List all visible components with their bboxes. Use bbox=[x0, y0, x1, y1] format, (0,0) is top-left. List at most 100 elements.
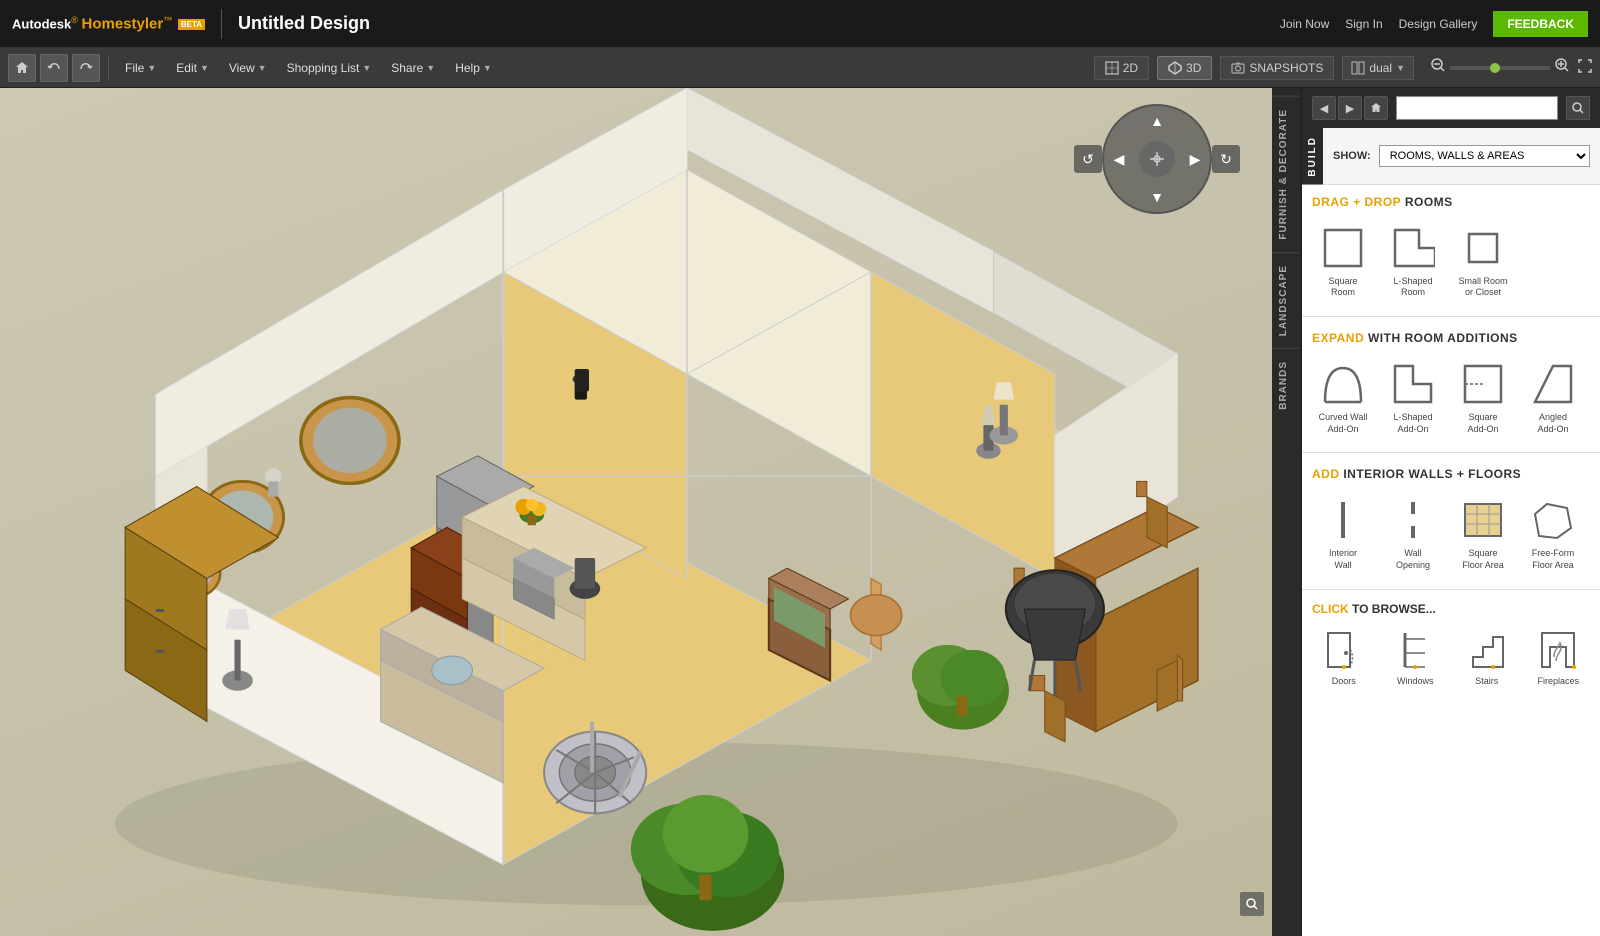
l-add-item[interactable]: L-ShapedAdd-On bbox=[1382, 355, 1444, 440]
doors-browse-item[interactable]: Doors bbox=[1316, 624, 1372, 690]
nav-center-btn[interactable] bbox=[1139, 141, 1175, 177]
stairs-browse-item[interactable]: Stairs bbox=[1459, 624, 1515, 690]
square-room-item[interactable]: SquareRoom bbox=[1312, 219, 1374, 304]
canvas-search-btn[interactable] bbox=[1240, 892, 1264, 916]
zoom-minus-icon[interactable] bbox=[1430, 57, 1446, 78]
sq-floor-item[interactable]: SquareFloor Area bbox=[1452, 491, 1514, 576]
top-bar: Autodesk® Homestyler™ BETA Untitled Desi… bbox=[0, 0, 1600, 48]
doors-label: Doors bbox=[1332, 676, 1356, 686]
angled-add-icon bbox=[1527, 360, 1579, 408]
join-now-link[interactable]: Join Now bbox=[1280, 17, 1329, 31]
divider-3 bbox=[1302, 589, 1600, 590]
show-label: SHOW: bbox=[1333, 150, 1371, 162]
rotate-right-btn[interactable]: ↻ bbox=[1212, 145, 1240, 173]
stairs-label: Stairs bbox=[1475, 676, 1498, 686]
snapshots-btn[interactable]: SNAPSHOTS bbox=[1220, 56, 1334, 80]
stairs-icon bbox=[1463, 628, 1511, 672]
small-room-item[interactable]: Small Roomor Closet bbox=[1452, 219, 1514, 304]
panel-home-btn[interactable] bbox=[1364, 96, 1388, 120]
small-room-label: Small Roomor Closet bbox=[1458, 276, 1507, 299]
angled-add-label: AngledAdd-On bbox=[1537, 412, 1568, 435]
free-floor-icon bbox=[1527, 496, 1579, 544]
zoom-slider[interactable] bbox=[1450, 66, 1550, 70]
nav-right-btn[interactable]: ▶ bbox=[1183, 147, 1207, 171]
help-menu[interactable]: Help▼ bbox=[447, 57, 500, 79]
free-floor-item[interactable]: Free-FormFloor Area bbox=[1522, 491, 1584, 576]
zoom-plus-icon[interactable] bbox=[1554, 57, 1570, 78]
nav-up-btn[interactable]: ▲ bbox=[1145, 109, 1169, 133]
build-show-row: BUILD SHOW: ROOMS, WALLS & AREAS bbox=[1302, 128, 1600, 185]
title-divider bbox=[221, 9, 222, 39]
wall-opening-icon bbox=[1387, 496, 1439, 544]
sq-floor-icon bbox=[1457, 496, 1509, 544]
expand-section: EXPAND WITH ROOM ADDITIONS Curved WallAd… bbox=[1302, 321, 1600, 448]
dual-view-btn[interactable]: dual ▼ bbox=[1342, 56, 1414, 80]
autodesk-logo: Autodesk® Homestyler™ BETA bbox=[12, 15, 205, 32]
nav-left-btn[interactable]: ◀ bbox=[1107, 147, 1131, 171]
curved-wall-label: Curved WallAdd-On bbox=[1319, 412, 1368, 435]
square-add-icon bbox=[1457, 360, 1509, 408]
divider-1 bbox=[1302, 316, 1600, 317]
sign-in-link[interactable]: Sign In bbox=[1345, 17, 1382, 31]
square-add-item[interactable]: SquareAdd-On bbox=[1452, 355, 1514, 440]
home-icon-btn[interactable] bbox=[8, 54, 36, 82]
undo-btn[interactable] bbox=[40, 54, 68, 82]
tab-landscape[interactable]: LANDSCAPE bbox=[1272, 252, 1300, 348]
redo-btn[interactable] bbox=[72, 54, 100, 82]
zoom-bar bbox=[1430, 57, 1592, 78]
file-menu[interactable]: File▼ bbox=[117, 57, 164, 79]
browse-title: CLICK TO BROWSE... bbox=[1312, 602, 1590, 616]
drag-drop-rooms-section: DRAG + DROP ROOMS SquareRoom L-ShapedRoo… bbox=[1302, 185, 1600, 312]
interior-wall-item[interactable]: InteriorWall bbox=[1312, 491, 1374, 576]
door-icon bbox=[1320, 628, 1368, 672]
toolbar-right: 2D 3D SNAPSHOTS dual ▼ bbox=[1094, 56, 1592, 80]
view-2d-btn[interactable]: 2D bbox=[1094, 56, 1149, 80]
fireplaces-browse-item[interactable]: Fireplaces bbox=[1530, 624, 1586, 690]
share-menu[interactable]: Share▼ bbox=[383, 57, 443, 79]
beta-badge: BETA bbox=[178, 19, 205, 30]
zoom-thumb bbox=[1490, 63, 1500, 73]
toolbar: File▼ Edit▼ View▼ Shopping List▼ Share▼ … bbox=[0, 48, 1600, 88]
nav-down-btn[interactable]: ▼ bbox=[1145, 185, 1169, 209]
curved-wall-item[interactable]: Curved WallAdd-On bbox=[1312, 355, 1374, 440]
divider-2 bbox=[1302, 452, 1600, 453]
browse-grid: Doors Windows bbox=[1312, 624, 1590, 690]
square-room-icon bbox=[1317, 224, 1369, 272]
view-3d-btn[interactable]: 3D bbox=[1157, 56, 1212, 80]
main-layout: ↺ ↻ ▲ ▼ ◀ ▶ FURNISH & DECORATE LANDSCAPE bbox=[0, 88, 1600, 936]
square-room-label: SquareRoom bbox=[1328, 276, 1357, 299]
shopping-list-menu[interactable]: Shopping List▼ bbox=[279, 57, 380, 79]
tab-furnish-decorate[interactable]: FURNISH & DECORATE bbox=[1272, 96, 1300, 252]
free-floor-label: Free-FormFloor Area bbox=[1532, 548, 1575, 571]
browse-section: CLICK TO BROWSE... Doors bbox=[1302, 594, 1600, 700]
canvas-search-controls bbox=[1240, 892, 1264, 916]
view-menu[interactable]: View▼ bbox=[221, 57, 275, 79]
feedback-button[interactable]: FEEDBACK bbox=[1493, 11, 1588, 37]
wall-opening-item[interactable]: WallOpening bbox=[1382, 491, 1444, 576]
rotate-left-btn[interactable]: ↺ bbox=[1074, 145, 1102, 173]
panel-search-button[interactable] bbox=[1566, 96, 1590, 120]
top-right-nav: Join Now Sign In Design Gallery FEEDBACK bbox=[1280, 11, 1588, 37]
floor-plan-svg bbox=[0, 88, 1272, 936]
fullscreen-btn[interactable] bbox=[1578, 59, 1592, 76]
l-shaped-room-item[interactable]: L-ShapedRoom bbox=[1382, 219, 1444, 304]
square-add-label: SquareAdd-On bbox=[1467, 412, 1498, 435]
panel-back-btn[interactable]: ◀ bbox=[1312, 96, 1336, 120]
design-gallery-link[interactable]: Design Gallery bbox=[1399, 17, 1478, 31]
tab-brands[interactable]: BRANDS bbox=[1272, 348, 1300, 422]
interior-title: ADD INTERIOR WALLS + FLOORS bbox=[1312, 467, 1590, 481]
navigation-control[interactable]: ↺ ↻ ▲ ▼ ◀ ▶ bbox=[1102, 104, 1212, 214]
design-title: Untitled Design bbox=[238, 13, 370, 34]
angled-add-item[interactable]: AngledAdd-On bbox=[1522, 355, 1584, 440]
build-label: BUILD bbox=[1302, 128, 1323, 185]
fireplaces-label: Fireplaces bbox=[1537, 676, 1579, 686]
window-icon bbox=[1391, 628, 1439, 672]
expand-title: EXPAND WITH ROOM ADDITIONS bbox=[1312, 331, 1590, 345]
additions-grid: Curved WallAdd-On L-ShapedAdd-On bbox=[1312, 355, 1590, 440]
windows-browse-item[interactable]: Windows bbox=[1387, 624, 1443, 690]
show-select[interactable]: ROOMS, WALLS & AREAS bbox=[1379, 145, 1590, 167]
panel-search-input[interactable] bbox=[1396, 96, 1558, 120]
canvas-area[interactable]: ↺ ↻ ▲ ▼ ◀ ▶ bbox=[0, 88, 1272, 936]
edit-menu[interactable]: Edit▼ bbox=[168, 57, 217, 79]
panel-forward-btn[interactable]: ▶ bbox=[1338, 96, 1362, 120]
